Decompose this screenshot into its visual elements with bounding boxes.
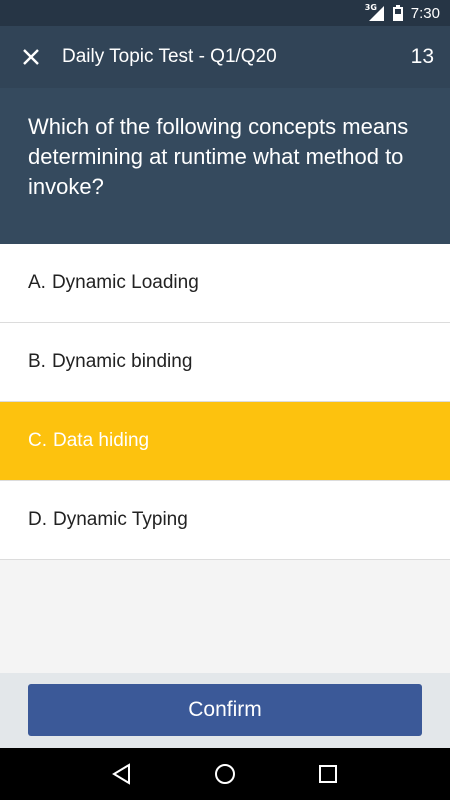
- option-c[interactable]: C. Data hiding: [0, 402, 450, 481]
- option-d[interactable]: D. Dynamic Typing: [0, 481, 450, 560]
- question-text: Which of the following concepts means de…: [28, 114, 409, 199]
- option-a[interactable]: A. Dynamic Loading: [0, 244, 450, 323]
- system-navigation-bar: [0, 748, 450, 800]
- option-letter: A.: [28, 272, 46, 293]
- back-button[interactable]: [107, 759, 137, 789]
- question-header: Daily Topic Test - Q1/Q20 13 Which of th…: [0, 26, 450, 244]
- option-letter: C.: [28, 430, 47, 451]
- network-type-label: 3G: [364, 3, 377, 12]
- back-triangle-icon: [111, 763, 130, 785]
- test-title: Daily Topic Test - Q1/Q20: [62, 46, 277, 67]
- close-button[interactable]: [18, 44, 44, 70]
- timer-counter: 13: [410, 45, 434, 68]
- option-letter: B.: [28, 351, 46, 372]
- status-time: 7:30: [410, 4, 440, 22]
- home-circle-icon: [214, 764, 235, 784]
- footer-bar: Confirm: [0, 673, 450, 748]
- option-letter: D.: [28, 509, 47, 530]
- option-text: Dynamic Loading: [51, 272, 199, 293]
- option-b[interactable]: B. Dynamic binding: [0, 323, 450, 402]
- option-text: Dynamic binding: [51, 351, 193, 372]
- recents-square-icon: [319, 765, 338, 783]
- status-bar: 3G 7:30: [0, 0, 450, 26]
- toolbar: Daily Topic Test - Q1/Q20 13: [0, 26, 450, 88]
- close-icon: [23, 49, 39, 65]
- option-text: Data hiding: [53, 430, 150, 451]
- answer-options: A. Dynamic Loading B. Dynamic binding C.…: [0, 244, 450, 560]
- battery-icon: [392, 5, 403, 21]
- home-button[interactable]: [210, 759, 240, 789]
- option-text: Dynamic Typing: [53, 509, 188, 530]
- recents-button[interactable]: [313, 759, 343, 789]
- confirm-button[interactable]: Confirm: [28, 684, 422, 736]
- signal-icon: 3G: [364, 3, 385, 22]
